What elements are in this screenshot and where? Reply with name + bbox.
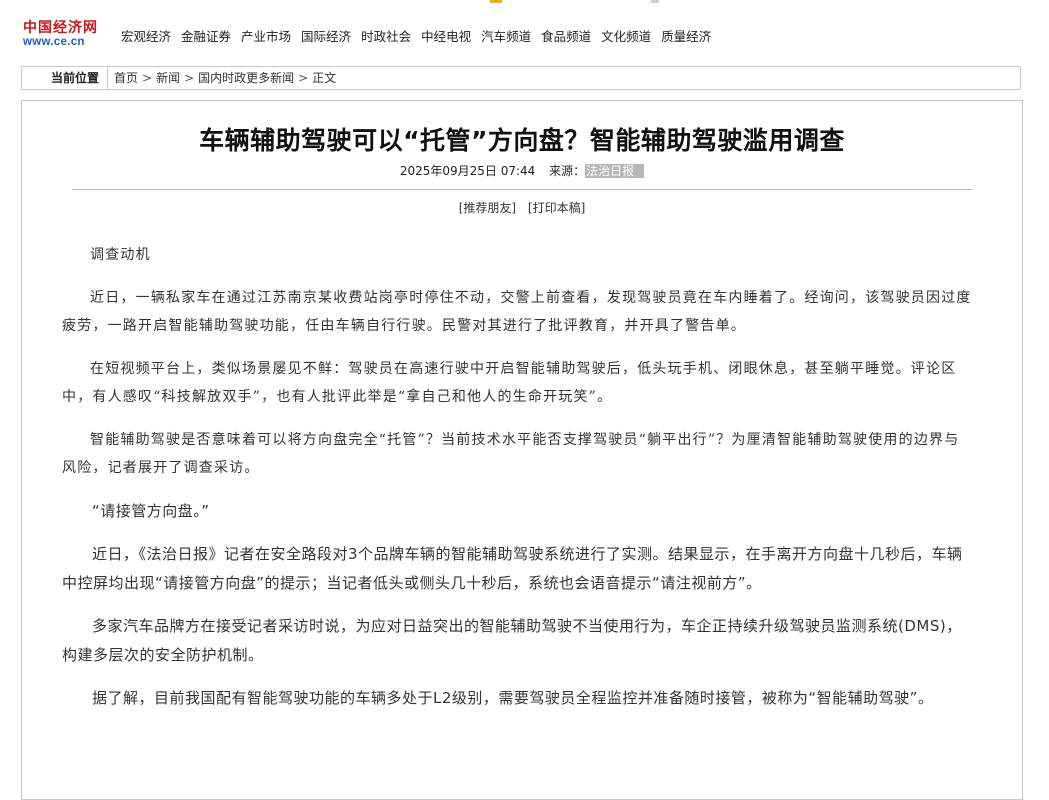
site-logo[interactable]: 中国经济网 www.ce.cn — [23, 20, 99, 50]
article-title: 车辆辅助驾驶可以“托管”方向盘？智能辅助驾驶滥用调查 — [199, 126, 845, 155]
article-source: 法治日报 — [585, 164, 645, 178]
nav-item-international[interactable]: 国际经济 — [301, 26, 351, 45]
breadcrumb-news[interactable]: 新闻 — [156, 71, 180, 85]
nav-item-finance[interactable]: 金融证券 — [181, 26, 231, 45]
breadcrumb-separator: > — [298, 71, 309, 85]
recommend-friend-link[interactable]: [推荐朋友] — [459, 201, 516, 215]
breadcrumb: 当前位置 首页 > 新闻 > 国内时政更多新闻 > 正文 — [21, 66, 1021, 90]
breadcrumb-path: 首页 > 新闻 > 国内时政更多新闻 > 正文 — [114, 67, 336, 89]
article-paragraph: 据了解，目前我国配有智能驾驶功能的车辆多处于L2级别，需要驾驶员全程监控并准备随… — [92, 689, 934, 707]
source-label: 来源： — [549, 164, 586, 178]
nav-item-auto[interactable]: 汽车频道 — [481, 26, 531, 45]
nav-item-quality[interactable]: 质量经济 — [661, 26, 711, 45]
breadcrumb-label: 当前位置 — [22, 67, 108, 89]
nav-item-tv[interactable]: 中经电视 — [421, 26, 471, 45]
article-datetime: 2025年09月25日 07:44 — [399, 164, 536, 178]
article-paragraph: “请接管方向盘。” — [92, 502, 210, 520]
article-paragraph: 智能辅助驾驶是否意味着可以将方向盘完全“托管”？当前技术水平能否支撑驾驶员“躺平… — [62, 432, 960, 476]
article-paragraph: 调查动机 — [90, 247, 151, 263]
article-tools: [推荐朋友] [打印本稿] — [22, 199, 1022, 216]
channel-nav: 宏观经济 金融证券 产业市场 国际经济 时政社会 中经电视 汽车频道 食品频道 … — [121, 26, 721, 45]
nav-item-culture[interactable]: 文化频道 — [601, 26, 651, 45]
breadcrumb-current: 正文 — [312, 71, 337, 85]
logo-url: www.ce.cn — [23, 36, 85, 48]
breadcrumb-separator: > — [184, 71, 195, 85]
nav-item-macro[interactable]: 宏观经济 — [121, 26, 171, 45]
article-meta: 2025年09月25日 07:44 来源：法治日报 — [22, 162, 1022, 179]
title-divider — [72, 189, 972, 190]
nav-item-politics[interactable]: 时政社会 — [361, 26, 411, 45]
print-article-link[interactable]: [打印本稿] — [528, 201, 585, 215]
article-paragraph: 在短视频平台上，类似场景屡见不鲜：驾驶员在高速行驶中开启智能辅助驾驶后，低头玩手… — [62, 361, 957, 405]
nav-item-industry[interactable]: 产业市场 — [241, 26, 291, 45]
breadcrumb-domestic[interactable]: 国内时政更多新闻 — [198, 71, 294, 85]
breadcrumb-home[interactable]: 首页 — [114, 71, 138, 85]
article-paragraph: 近日，一辆私家车在通过江苏南京某收费站岗亭时停住不动，交警上前查看，发现驾驶员竟… — [62, 290, 972, 334]
nav-item-food[interactable]: 食品频道 — [541, 26, 591, 45]
breadcrumb-separator: > — [142, 71, 153, 85]
site-header: 中国经济网 www.ce.cn 宏观经济 金融证券 产业市场 国际经济 时政社会… — [23, 20, 1049, 50]
article-body: 调查动机 近日，一辆私家车在通过江苏南京某收费站岗亭时停住不动，交警上前查看，发… — [62, 241, 974, 727]
top-edge-mark — [651, 0, 659, 3]
top-edge-mark — [490, 0, 502, 3]
article-container: 车辆辅助驾驶可以“托管”方向盘？智能辅助驾驶滥用调查 2025年09月25日 0… — [21, 100, 1023, 800]
logo-text: 中国经济网 — [23, 20, 98, 36]
article-paragraph: 近日，《法治日报》记者在安全路段对3个品牌车辆的智能辅助驾驶系统进行了实测。结果… — [62, 545, 963, 592]
article-paragraph: 多家汽车品牌方在接受记者采访时说，为应对日益突出的智能辅助驾驶不当使用行为，车企… — [62, 617, 962, 664]
